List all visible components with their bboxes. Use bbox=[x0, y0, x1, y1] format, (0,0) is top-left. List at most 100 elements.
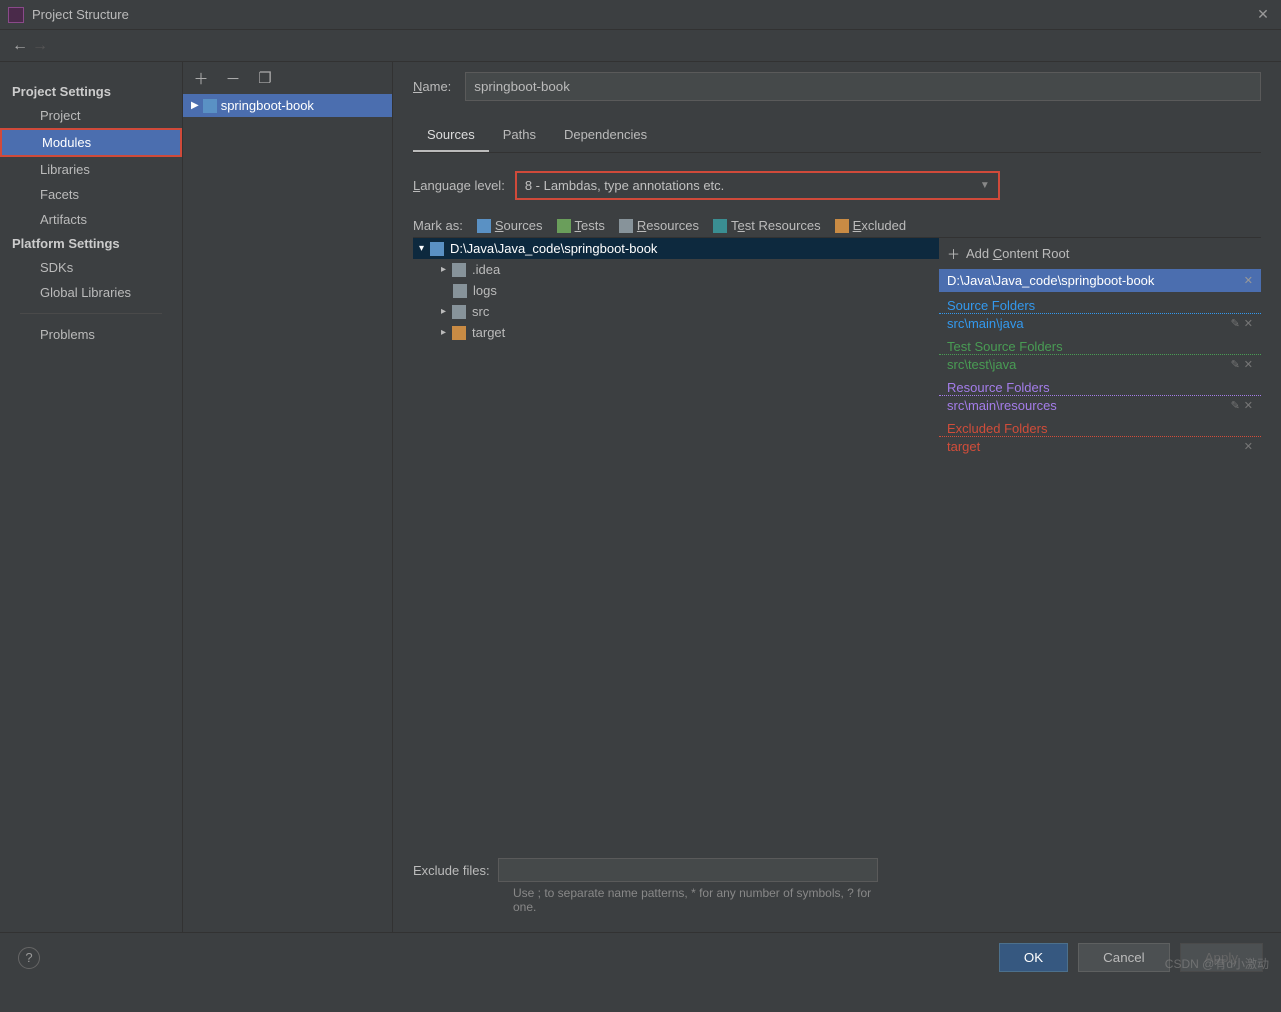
tree-row[interactable]: ▸ src bbox=[413, 301, 939, 322]
folder-icon bbox=[452, 305, 466, 319]
language-level-label: Language level: bbox=[413, 178, 505, 193]
content-root-path[interactable]: D:\Java\Java_code\springboot-book ✕ bbox=[939, 269, 1261, 292]
root-path-text: D:\Java\Java_code\springboot-book bbox=[947, 273, 1154, 288]
folder-path: target bbox=[947, 439, 980, 454]
folder-icon bbox=[619, 219, 633, 233]
folder-path: src\test\java bbox=[947, 357, 1016, 372]
main-panels: ▾ D:\Java\Java_code\springboot-book ▸ .i… bbox=[413, 237, 1261, 827]
test-folders-heading: Test Source Folders bbox=[939, 333, 1261, 355]
source-tree[interactable]: ▾ D:\Java\Java_code\springboot-book ▸ .i… bbox=[413, 237, 939, 827]
tab-sources[interactable]: Sources bbox=[413, 119, 489, 152]
tree-row[interactable]: ▸ .idea bbox=[413, 259, 939, 280]
back-icon[interactable]: ← bbox=[10, 37, 30, 55]
resource-folders-heading: Resource Folders bbox=[939, 374, 1261, 396]
add-icon[interactable]: ＋ bbox=[193, 70, 209, 86]
chevron-right-icon: ▸ bbox=[441, 264, 446, 275]
exclude-files-hint: Use ; to separate name patterns, * for a… bbox=[513, 886, 893, 914]
close-icon[interactable]: ✕ bbox=[1244, 358, 1253, 371]
folder-icon bbox=[835, 219, 849, 233]
tab-dependencies[interactable]: Dependencies bbox=[550, 119, 661, 152]
sidebar-item-libraries[interactable]: Libraries bbox=[0, 157, 182, 182]
sidebar-item-project[interactable]: Project bbox=[0, 103, 182, 128]
sidebar-item-modules[interactable]: Modules bbox=[0, 128, 182, 157]
close-icon[interactable]: ✕ bbox=[1253, 6, 1273, 23]
titlebar: Project Structure ✕ bbox=[0, 0, 1281, 30]
footer: ? OK Cancel Apply bbox=[0, 932, 1281, 982]
sidebar-item-problems[interactable]: Problems bbox=[0, 322, 182, 347]
sidebar-item-global-libraries[interactable]: Global Libraries bbox=[0, 280, 182, 305]
exclude-files-row: Exclude files: Use ; to separate name pa… bbox=[413, 858, 893, 914]
mark-as-label: Mark as: bbox=[413, 218, 463, 233]
tree-row[interactable]: logs bbox=[413, 280, 939, 301]
folder-icon bbox=[557, 219, 571, 233]
app-icon bbox=[8, 7, 24, 23]
folder-icon bbox=[453, 284, 467, 298]
close-icon[interactable]: ✕ bbox=[1244, 399, 1253, 412]
mark-sources[interactable]: Sources bbox=[477, 218, 543, 233]
sidebar-heading-project: Project Settings bbox=[0, 80, 182, 103]
forward-icon: → bbox=[30, 37, 50, 55]
mark-tests[interactable]: Tests bbox=[557, 218, 605, 233]
add-content-root[interactable]: ＋ Add Content Root bbox=[939, 237, 1261, 269]
remove-icon[interactable]: － bbox=[225, 70, 241, 86]
chevron-right-icon: ▸ bbox=[441, 306, 446, 317]
sidebar-item-sdks[interactable]: SDKs bbox=[0, 255, 182, 280]
main-panel: Name: Sources Paths Dependencies Languag… bbox=[393, 62, 1281, 932]
folder-icon bbox=[452, 326, 466, 340]
help-icon[interactable]: ? bbox=[18, 947, 40, 969]
tree-label: target bbox=[472, 325, 505, 340]
module-list-panel: ＋ － ❐ ▶ springboot-book bbox=[183, 62, 393, 932]
mark-as-row: Mark as: Sources Tests Resources Test Re… bbox=[413, 218, 1261, 233]
folder-path: src\main\java bbox=[947, 316, 1024, 331]
language-level-row: Language level: 8 - Lambdas, type annota… bbox=[413, 171, 1261, 200]
copy-icon[interactable]: ❐ bbox=[257, 70, 273, 86]
tree-row[interactable]: ▸ target bbox=[413, 322, 939, 343]
edit-icon[interactable]: ✎ bbox=[1231, 358, 1240, 371]
tree-root[interactable]: ▾ D:\Java\Java_code\springboot-book bbox=[413, 238, 939, 259]
module-tree-item[interactable]: ▶ springboot-book bbox=[183, 94, 392, 117]
close-icon[interactable]: ✕ bbox=[1244, 274, 1253, 287]
exclude-files-label: Exclude files: bbox=[413, 863, 490, 878]
resource-folder-item[interactable]: src\main\resources ✎ ✕ bbox=[939, 396, 1261, 415]
tabs: Sources Paths Dependencies bbox=[413, 119, 1261, 153]
folder-path: src\main\resources bbox=[947, 398, 1057, 413]
folder-icon bbox=[713, 219, 727, 233]
name-row: Name: bbox=[413, 72, 1261, 101]
chevron-right-icon: ▸ bbox=[441, 327, 446, 338]
language-level-dropdown[interactable]: 8 - Lambdas, type annotations etc. ▼ bbox=[515, 171, 1000, 200]
folder-icon bbox=[452, 263, 466, 277]
tree-label: .idea bbox=[472, 262, 500, 277]
test-folder-item[interactable]: src\test\java ✎ ✕ bbox=[939, 355, 1261, 374]
name-input[interactable] bbox=[465, 72, 1261, 101]
module-icon bbox=[203, 99, 217, 113]
exclude-files-input[interactable] bbox=[498, 858, 878, 882]
sidebar-item-facets[interactable]: Facets bbox=[0, 182, 182, 207]
edit-icon[interactable]: ✎ bbox=[1231, 399, 1240, 412]
navbar: ← → bbox=[0, 30, 1281, 62]
sidebar: Project Settings Project Modules Librari… bbox=[0, 62, 183, 932]
chevron-down-icon: ▼ bbox=[980, 180, 990, 191]
name-label: Name: bbox=[413, 79, 451, 94]
sidebar-divider bbox=[20, 313, 162, 314]
tree-label: src bbox=[472, 304, 489, 319]
watermark: CSDN @有d小激动 bbox=[1165, 955, 1269, 972]
window-title: Project Structure bbox=[32, 7, 1253, 22]
mark-resources[interactable]: Resources bbox=[619, 218, 699, 233]
mark-excluded[interactable]: Excluded bbox=[835, 218, 906, 233]
excluded-folder-item[interactable]: target ✕ bbox=[939, 437, 1261, 456]
tree-label: logs bbox=[473, 283, 497, 298]
folder-icon bbox=[430, 242, 444, 256]
content-roots-panel: ＋ Add Content Root D:\Java\Java_code\spr… bbox=[939, 237, 1261, 827]
close-icon[interactable]: ✕ bbox=[1244, 440, 1253, 453]
source-folder-item[interactable]: src\main\java ✎ ✕ bbox=[939, 314, 1261, 333]
mark-test-resources[interactable]: Test Resources bbox=[713, 218, 821, 233]
module-name: springboot-book bbox=[221, 98, 314, 113]
close-icon[interactable]: ✕ bbox=[1244, 317, 1253, 330]
tab-paths[interactable]: Paths bbox=[489, 119, 550, 152]
folder-icon bbox=[477, 219, 491, 233]
cancel-button[interactable]: Cancel bbox=[1078, 943, 1170, 972]
content: Project Settings Project Modules Librari… bbox=[0, 62, 1281, 932]
ok-button[interactable]: OK bbox=[999, 943, 1068, 972]
edit-icon[interactable]: ✎ bbox=[1231, 317, 1240, 330]
sidebar-item-artifacts[interactable]: Artifacts bbox=[0, 207, 182, 232]
